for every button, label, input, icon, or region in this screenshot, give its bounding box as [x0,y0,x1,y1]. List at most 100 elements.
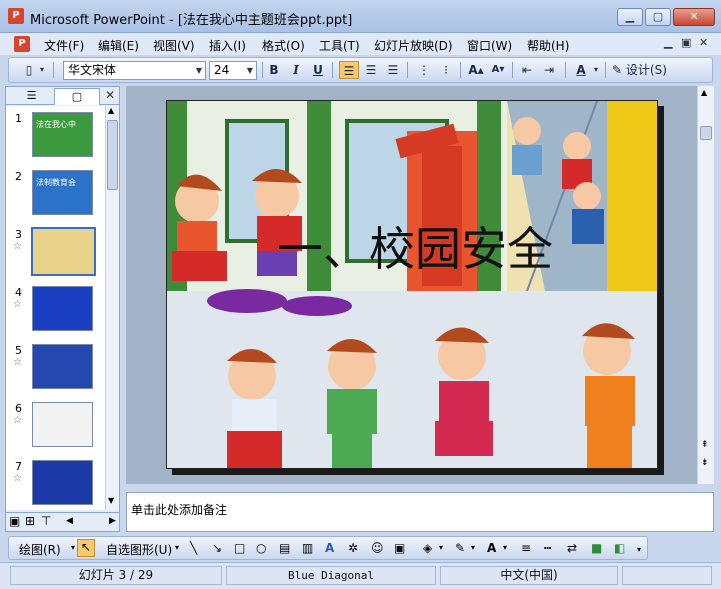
slide-thumbnail-row[interactable]: 5 ☆ [6,344,105,394]
decrease-indent-icon[interactable]: ⇤ [517,61,537,79]
thumbnail-scrollbar[interactable]: ▲ ▼ [105,106,119,510]
font-color-icon[interactable]: A [571,61,591,79]
scroll-thumb[interactable] [107,120,118,190]
italic-button[interactable]: I [286,61,306,79]
bold-button[interactable]: B [264,61,284,79]
scroll-up-icon[interactable]: ▲ [108,106,114,115]
arrow-icon[interactable]: ↘ [212,541,222,555]
doc-restore-icon[interactable]: ▣ [681,36,691,49]
slideshow-view-icon[interactable]: ⊤ [41,514,51,528]
slide-thumbnail[interactable] [31,227,96,276]
align-left-icon[interactable]: ☰ [339,61,359,79]
oval-icon[interactable]: ○ [256,541,266,555]
slide-thumbnail[interactable] [32,460,93,505]
slide-thumbnail[interactable] [32,286,93,331]
menu-edit[interactable]: 编辑(E) [98,37,139,54]
scroll-left-icon[interactable]: ◀ [66,516,73,526]
scroll-thumb[interactable] [700,126,712,140]
chevron-down-icon[interactable]: ▾ [175,543,179,552]
textbox-icon[interactable]: ▤ [279,541,290,555]
slide-thumbnail-row[interactable]: 2 法制教育会 [6,170,105,220]
numbered-list-icon[interactable]: ⋮ [414,61,434,79]
scroll-right-icon[interactable]: ▶ [109,516,116,526]
picture-icon[interactable]: ▣ [394,541,405,555]
vertical-textbox-icon[interactable]: ▥ [302,541,313,555]
notes-pane[interactable]: 单击此处添加备注 [126,492,714,532]
font-color-dropdown-icon[interactable]: ▾ [591,61,601,79]
underline-button[interactable]: U [308,61,328,79]
increase-indent-icon[interactable]: ⇥ [539,61,559,79]
font-name-select[interactable]: 华文宋体 ▼ [63,61,206,80]
chevron-down-icon[interactable]: ▼ [193,62,205,79]
minimize-button[interactable]: ▁ [617,8,643,26]
slides-panel: ☰ ▢ ✕ 1 法在我心中 2 法制教育会 3 ☆ 4 ☆ 5 ☆ 6 ☆ 7 ☆ ▲ ▼ ▣ ⊞ ⊤ ◀… [5,86,120,532]
menu-insert[interactable]: 插入(I) [209,37,246,54]
tab-outline[interactable]: ☰ [9,88,54,105]
3d-style-icon[interactable]: ◧ [614,541,625,555]
slide-number: 1 [15,112,22,125]
menu-format[interactable]: 格式(O) [262,37,305,54]
fill-color-icon[interactable]: ◈ [423,541,432,555]
menu-tools[interactable]: 工具(T) [319,37,360,54]
toolbar-options-icon[interactable]: ▾ [637,545,641,554]
maximize-button[interactable]: ▢ [645,8,671,26]
autoshape-menu-button[interactable]: 自选图形(U) [106,541,172,558]
current-slide[interactable]: 一、校园安全 [166,100,658,469]
font-color-icon[interactable]: A [487,541,496,555]
menu-help[interactable]: 帮助(H) [527,37,569,54]
doc-close-icon[interactable]: ✕ [699,36,708,49]
scroll-down-icon[interactable]: ▼ [108,496,114,505]
dash-style-icon[interactable]: ┅ [544,541,551,555]
sorter-view-icon[interactable]: ⊞ [25,514,35,528]
scroll-up-icon[interactable]: ▲ [701,88,707,97]
clipart-icon[interactable]: ☺ [371,541,384,555]
font-size-select[interactable]: 24 ▼ [209,61,257,80]
align-right-icon[interactable]: ☰ [383,61,403,79]
slide-thumbnail-row[interactable]: 6 ☆ [6,402,105,452]
wordart-icon[interactable]: A [325,541,334,555]
chevron-down-icon[interactable]: ▾ [471,543,475,552]
slide-thumbnail-row[interactable]: 4 ☆ [6,286,105,336]
align-center-icon[interactable]: ☰ [361,61,381,79]
doc-minimize-icon[interactable]: ▁ [664,36,672,49]
menu-slideshow[interactable]: 幻灯片放映(D) [374,37,453,54]
slide-thumbnail-row[interactable]: 3 ☆ [6,227,105,278]
slide-thumbnail[interactable]: 法制教育会 [32,170,93,215]
shadow-icon[interactable]: ■ [591,541,602,555]
panel-close-icon[interactable]: ✕ [105,88,115,102]
close-button[interactable]: ✕ [673,8,715,26]
select-arrow-icon[interactable]: ↖ [77,539,95,557]
line-color-icon[interactable]: ✎ [455,541,465,555]
slide-title[interactable]: 一、校园安全 [277,213,553,279]
slide-thumbnail[interactable] [32,402,93,447]
rectangle-icon[interactable]: □ [234,541,245,555]
menu-view[interactable]: 视图(V) [153,37,195,54]
new-dropdown-icon[interactable]: ▾ [37,61,47,79]
normal-view-icon[interactable]: ▣ [9,514,20,528]
slide-scrollbar[interactable]: ▲ ⇞ ⇟ [697,86,714,484]
chevron-down-icon[interactable]: ▾ [503,543,507,552]
slide-thumbnail[interactable] [32,344,93,389]
new-document-icon[interactable]: ▯ [19,61,39,79]
diagram-icon[interactable]: ✲ [348,541,358,555]
decrease-font-icon[interactable]: A▾ [488,61,508,79]
chevron-down-icon[interactable]: ▼ [244,62,256,79]
slide-thumbnail-row[interactable]: 1 法在我心中 [6,112,105,162]
document-icon[interactable]: P [14,36,30,52]
bullet-list-icon[interactable]: ⁝ [436,61,456,79]
slide-thumbnail[interactable]: 法在我心中 [32,112,93,157]
slide-thumbnail-row[interactable]: 7 ☆ [6,460,105,510]
next-slide-icon[interactable]: ⇟ [701,458,709,468]
arrow-style-icon[interactable]: ⇄ [567,541,577,555]
tab-slides[interactable]: ▢ [54,88,100,105]
line-style-icon[interactable]: ≡ [521,541,531,555]
previous-slide-icon[interactable]: ⇞ [701,440,709,450]
line-icon[interactable]: ╲ [190,541,197,555]
chevron-down-icon[interactable]: ▾ [439,543,443,552]
increase-font-icon[interactable]: A▴ [466,61,486,79]
chevron-down-icon[interactable]: ▾ [71,543,75,552]
menu-window[interactable]: 窗口(W) [467,37,512,54]
draw-menu-button[interactable]: 绘图(R) [19,541,61,558]
design-button[interactable]: ✎ 设计(S) [612,61,672,79]
menu-file[interactable]: 文件(F) [44,37,84,54]
